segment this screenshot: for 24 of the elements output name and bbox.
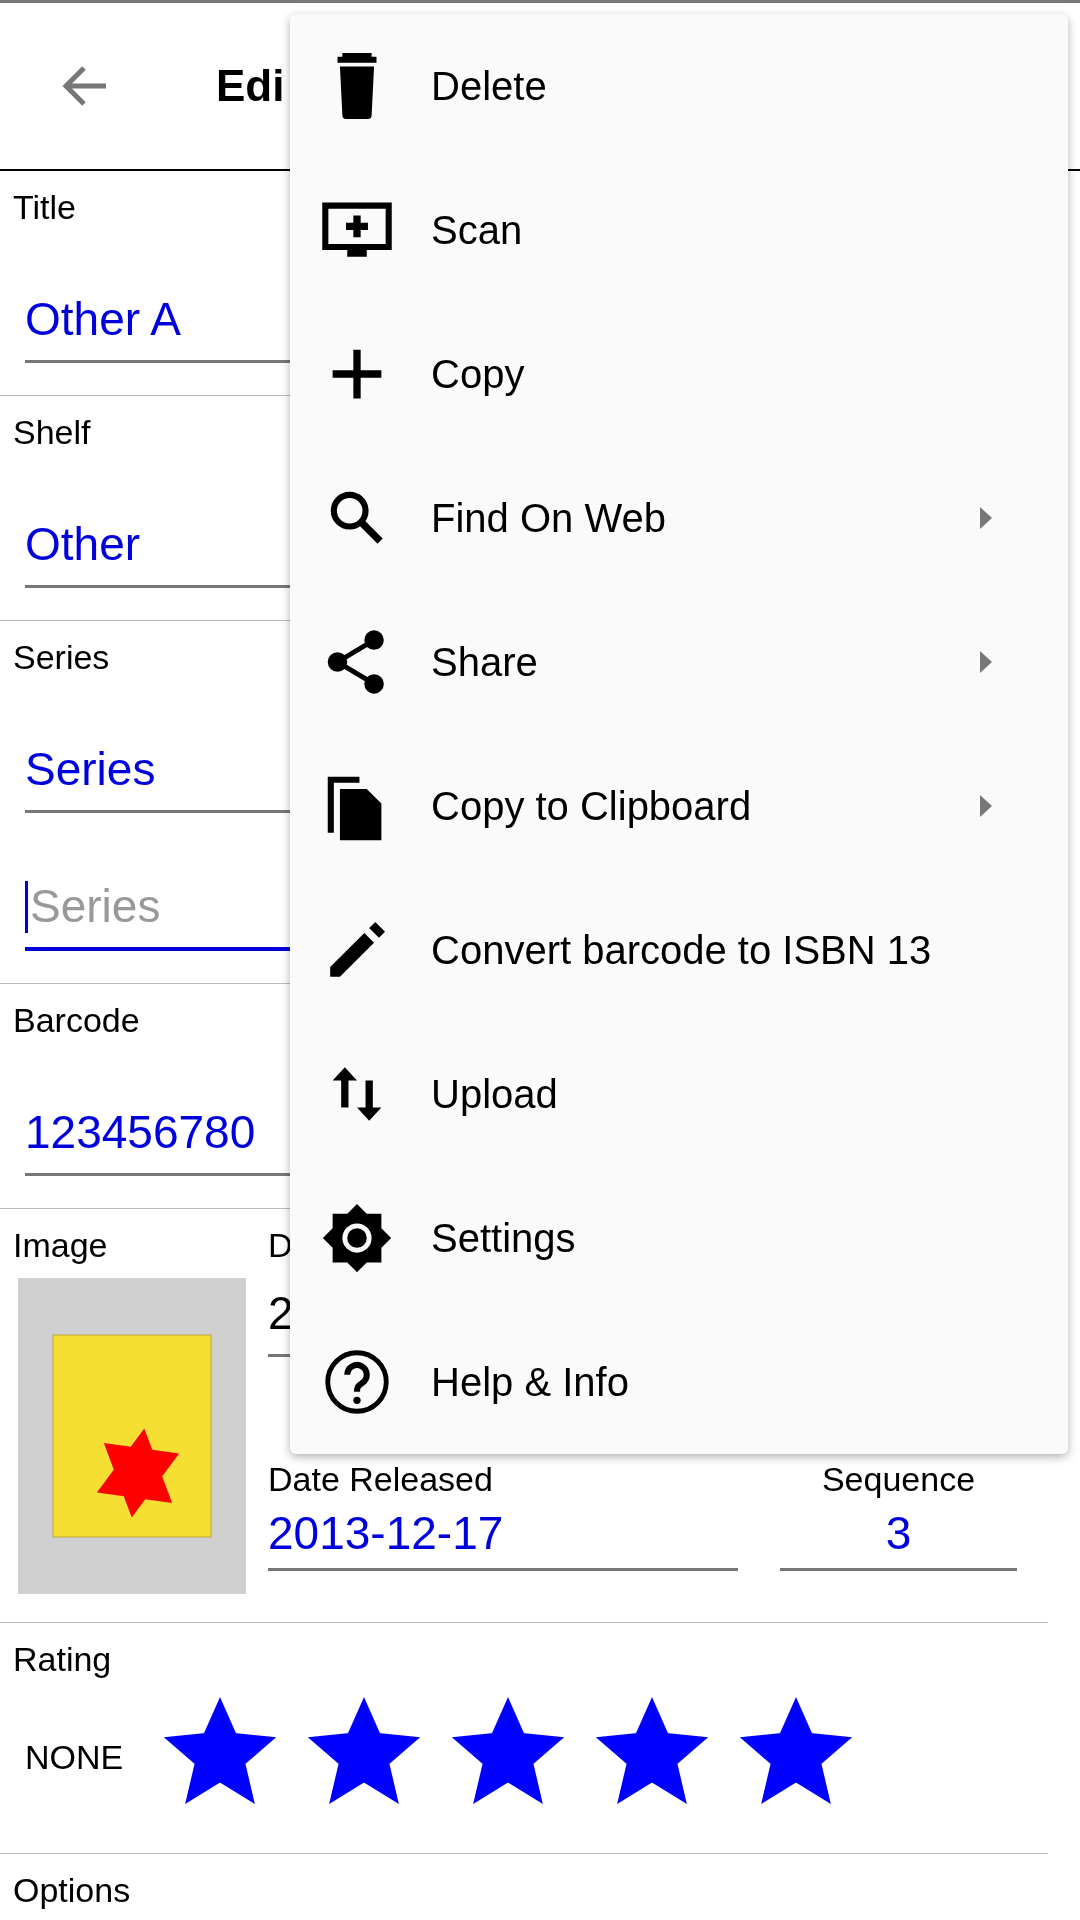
screen-title: Edi xyxy=(216,61,285,111)
field-label: Sequence xyxy=(821,1459,976,1500)
menu-item[interactable]: Convert barcode to ISBN 13 xyxy=(290,878,1068,1022)
field-label: Image xyxy=(13,1225,108,1266)
date-field[interactable]: 2013-12-17 xyxy=(268,1505,738,1571)
field-label: Shelf xyxy=(13,412,91,453)
number-field[interactable]: 3 xyxy=(780,1505,1017,1571)
section-label: Options xyxy=(13,1870,131,1911)
menu-item[interactable]: Help & Info xyxy=(290,1310,1068,1454)
field-label: Rating xyxy=(13,1639,112,1680)
field-label: D xyxy=(268,1225,293,1266)
menu-item[interactable]: Copy to Clipboard xyxy=(290,734,1068,878)
field-label: Title xyxy=(13,187,76,228)
menu-item[interactable]: Copy xyxy=(290,302,1068,446)
menu-item[interactable]: Find On Web xyxy=(290,446,1068,590)
menu-item[interactable]: Share xyxy=(290,590,1068,734)
menu-item[interactable]: Settings xyxy=(290,1166,1068,1310)
field-label: Date Released xyxy=(268,1459,493,1500)
menu-item[interactable]: Delete xyxy=(290,14,1068,158)
menu-item[interactable]: Upload xyxy=(290,1022,1068,1166)
field-label: Barcode xyxy=(13,1000,140,1041)
field-label: Series xyxy=(13,637,110,678)
menu-item[interactable]: Scan xyxy=(290,158,1068,302)
none-option[interactable]: NONE xyxy=(25,1737,160,1777)
